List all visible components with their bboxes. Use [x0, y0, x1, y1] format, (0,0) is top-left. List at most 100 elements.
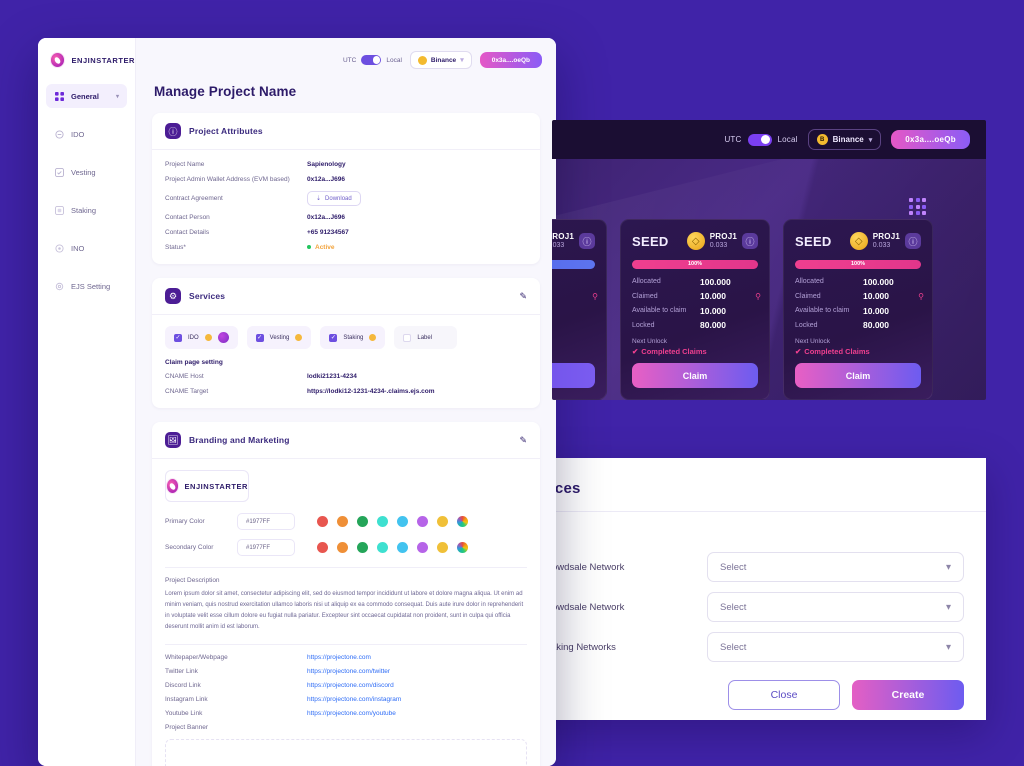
info-icon[interactable]: ⓘ — [579, 233, 595, 250]
swatch-teal[interactable] — [377, 516, 388, 527]
swatch-purple[interactable] — [417, 516, 428, 527]
dashboard-timezone-toggle[interactable]: UTC Local — [724, 133, 798, 146]
chevron-down-icon: ▾ — [115, 93, 119, 100]
sidebar-item-general[interactable]: General ▾ — [46, 84, 127, 108]
swatch-custom-picker[interactable] — [457, 542, 468, 553]
swatch-red[interactable] — [317, 516, 328, 527]
timezone-toggle-switch[interactable] — [747, 133, 772, 146]
swatch-green[interactable] — [357, 542, 368, 553]
row-value: 80.000 — [863, 320, 889, 331]
download-button[interactable]: ⇣ Download — [307, 191, 361, 206]
content-scroll-area[interactable]: Manage Project Name ⓘ Project Attributes… — [136, 82, 556, 766]
info-icon[interactable]: ⓘ — [905, 233, 921, 250]
swatch-orange[interactable] — [337, 516, 348, 527]
crowdsale-network-select-1[interactable]: Select ▾ — [707, 552, 964, 582]
grid-apps-icon[interactable] — [909, 198, 926, 215]
card-body: Project Name Sapienology Project Admin W… — [152, 150, 540, 264]
claim-button[interactable] — [552, 363, 595, 388]
claim-button[interactable]: Claim — [632, 363, 758, 388]
sidebar-item-ido[interactable]: IDO — [46, 122, 127, 146]
info-icon[interactable]: ⓘ — [742, 233, 758, 250]
local-label: Local — [777, 135, 798, 144]
claim-page-setting-heading: Claim page setting — [165, 359, 223, 366]
service-chip-ido[interactable]: ✓ IDO — [165, 326, 238, 349]
search-icon[interactable]: ⚲ — [918, 292, 924, 301]
swatch-purple[interactable] — [417, 542, 428, 553]
checkbox-icon[interactable] — [403, 333, 412, 342]
download-icon: ⇣ — [316, 196, 322, 202]
sidebar-item-label: INO — [71, 243, 85, 253]
pencil-icon[interactable]: ✎ — [519, 435, 527, 446]
swatch-teal[interactable] — [377, 542, 388, 553]
claim-card[interactable]: SEED ◇ PROJ1 0.033 ⓘ 100% Allocated 100.0… — [620, 219, 770, 400]
swatch-orange[interactable] — [337, 542, 348, 553]
swatch-green[interactable] — [357, 516, 368, 527]
sidebar-item-staking[interactable]: Staking — [46, 198, 127, 222]
swatch-yellow[interactable] — [437, 542, 448, 553]
search-icon[interactable]: ⚲ — [755, 292, 761, 301]
claim-button[interactable]: Claim — [795, 363, 921, 388]
checkbox-icon[interactable]: ✓ — [174, 333, 182, 342]
swatch-red[interactable] — [317, 542, 328, 553]
staking-networks-select[interactable]: Select ▾ — [707, 632, 964, 662]
sidebar-item-ino[interactable]: INO — [46, 236, 127, 260]
network-selector[interactable]: Binance ▾ — [409, 51, 472, 69]
link-label: Instagram Link — [165, 696, 208, 704]
secondary-color-input[interactable]: #1977FF — [237, 539, 295, 556]
wallet-button[interactable]: 0x3a....oeQb — [479, 52, 542, 68]
field-label: Crowdsale Network — [542, 601, 625, 613]
dashboard-network-selector[interactable]: B Binance ▾ — [807, 129, 882, 150]
coin-icon — [204, 334, 212, 341]
circle-dot-icon — [54, 243, 64, 253]
service-chip-staking[interactable]: ✓ Staking — [320, 326, 386, 349]
sidebar-item-ejs-setting[interactable]: EJS Setting — [46, 274, 127, 298]
swatch-yellow[interactable] — [437, 516, 448, 527]
claim-card[interactable]: SEED ◇ PROJ1 0.033 ⓘ 100% Allocated 100.0… — [783, 219, 933, 400]
cname-target-value: https://lodki12-1231-4234-.claims.ejs.co… — [307, 388, 435, 395]
link-value[interactable]: https://projectone.com/youtube — [307, 710, 396, 717]
secondary-color-row: Secondary Color #1977FF — [165, 539, 527, 556]
divider — [165, 644, 527, 646]
close-button[interactable]: Close — [728, 680, 840, 710]
timezone-toggle[interactable]: UTC Local — [343, 55, 402, 65]
service-chip-label[interactable]: Label — [394, 326, 458, 349]
swatch-custom-picker[interactable] — [457, 516, 468, 527]
app-logo[interactable]: ENJINSTARTER — [38, 38, 135, 84]
swatch-blue[interactable] — [397, 516, 408, 527]
link-value[interactable]: https://projectone.com/instagram — [307, 696, 401, 703]
card-title: Branding and Marketing — [189, 435, 290, 445]
info-icon: ⓘ — [165, 123, 181, 139]
sidebar-item-label: General — [71, 91, 99, 101]
dashboard-wallet-button[interactable]: 0x3a....oeQb — [891, 130, 970, 149]
link-value[interactable]: https://projectone.com — [307, 654, 371, 661]
create-button[interactable]: Create — [852, 680, 964, 710]
timezone-toggle-switch[interactable] — [361, 55, 382, 65]
service-label: IDO — [188, 334, 199, 341]
row-label: Locked — [632, 321, 655, 329]
claim-card[interactable]: PROJ1 0.033 ⓘ 000 00⚲ 00 000 H 12M 3S — [552, 219, 607, 400]
attribute-label: Contract Agreement — [165, 195, 223, 202]
link-value[interactable]: https://projectone.com/twitter — [307, 668, 390, 675]
page-title: Manage Project Name — [154, 84, 297, 99]
binance-coin-icon — [417, 55, 427, 65]
project-banner-label: Project Banner — [165, 724, 208, 732]
search-icon[interactable]: ⚲ — [592, 292, 598, 301]
project-banner-dropzone[interactable]: Project Logo — [165, 739, 527, 766]
checkbox-icon[interactable]: ✓ — [329, 333, 338, 342]
download-label: Download — [325, 195, 352, 202]
link-value[interactable]: https://projectone.com/discord — [307, 682, 394, 689]
swatch-blue[interactable] — [397, 542, 408, 553]
background-dashboard-panel: UTC Local B Binance ▾ 0x3a....oeQb PROJ1… — [552, 120, 986, 400]
coin-icon — [369, 334, 377, 341]
primary-color-input[interactable]: #1977FF — [237, 513, 295, 530]
pencil-icon[interactable]: ✎ — [519, 291, 527, 302]
sidebar-item-vesting[interactable]: Vesting — [46, 160, 127, 184]
crowdsale-network-select-2[interactable]: Select ▾ — [707, 592, 964, 622]
field-label: Staking Networks — [542, 641, 616, 653]
gear-icon: ⚙ — [165, 288, 181, 304]
attribute-value: +65 91234567 — [307, 229, 349, 236]
service-chip-vesting[interactable]: ✓ Vesting — [246, 326, 312, 349]
status-badge: Active — [307, 244, 335, 251]
claim-card-price: 0.033 — [552, 242, 565, 249]
checkbox-icon[interactable]: ✓ — [255, 333, 264, 342]
